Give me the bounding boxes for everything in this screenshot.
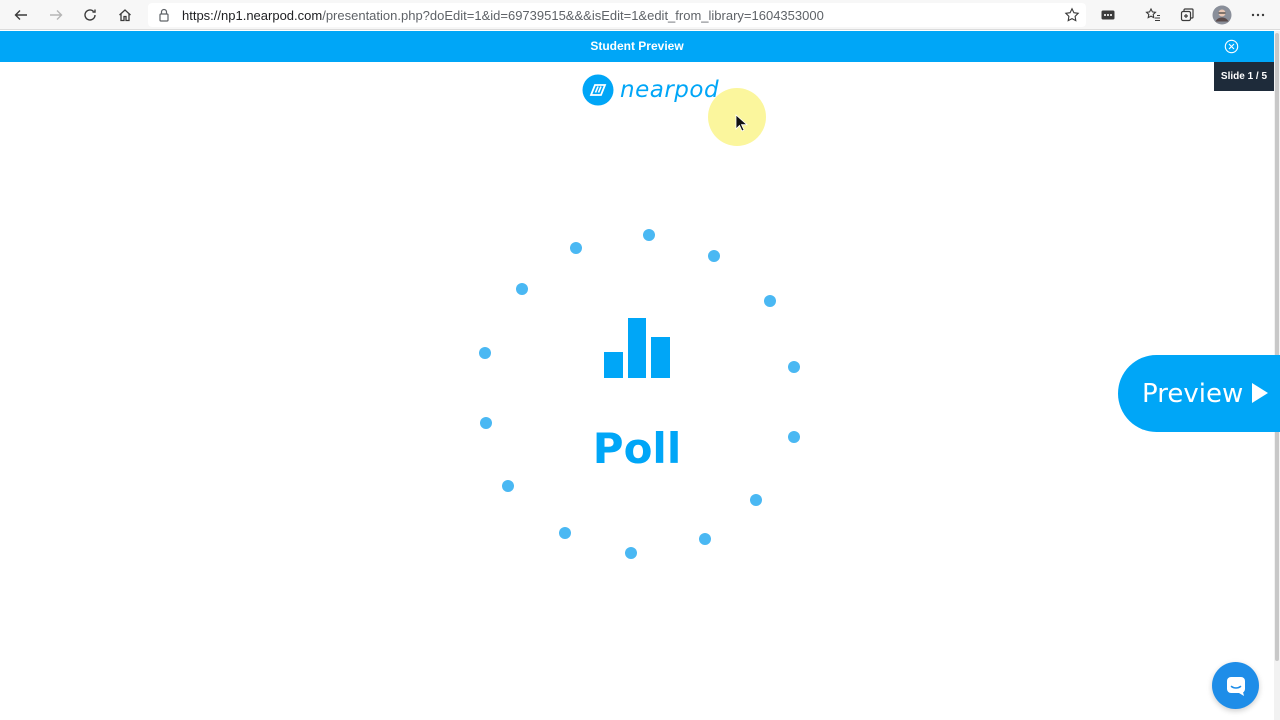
forward-icon[interactable] bbox=[44, 3, 68, 27]
lock-icon bbox=[159, 8, 169, 22]
back-icon[interactable] bbox=[9, 3, 33, 27]
scrollbar-thumb[interactable] bbox=[1275, 33, 1279, 661]
loader-dot bbox=[788, 431, 800, 443]
home-icon[interactable] bbox=[113, 3, 137, 27]
loader-dot bbox=[764, 295, 776, 307]
extension-icon[interactable] bbox=[1096, 3, 1120, 27]
chat-bubble-icon bbox=[1226, 676, 1245, 696]
url-path: /presentation.php?doEdit=1&id=69739515&&… bbox=[322, 8, 824, 23]
browser-toolbar: https://np1.nearpod.com/presentation.php… bbox=[0, 0, 1280, 30]
student-preview-header: Student Preview bbox=[0, 31, 1274, 62]
mouse-cursor-icon bbox=[735, 114, 749, 132]
preview-title: Student Preview bbox=[590, 39, 684, 53]
play-icon bbox=[1252, 383, 1268, 403]
profile-avatar[interactable] bbox=[1210, 3, 1234, 27]
loader-dot bbox=[625, 547, 637, 559]
loader-dot bbox=[516, 283, 528, 295]
url-text: https://np1.nearpod.com/presentation.php… bbox=[182, 8, 824, 23]
collections-icon[interactable] bbox=[1175, 3, 1199, 27]
loader-dot bbox=[479, 347, 491, 359]
bar-chart-icon bbox=[604, 318, 670, 378]
refresh-icon[interactable] bbox=[78, 3, 102, 27]
loader-dot bbox=[480, 417, 492, 429]
loader-dot bbox=[559, 527, 571, 539]
loader-dot bbox=[750, 494, 762, 506]
loader-dot bbox=[788, 361, 800, 373]
close-circle-icon[interactable] bbox=[1224, 39, 1239, 54]
chat-button[interactable] bbox=[1212, 662, 1259, 709]
loader-dot bbox=[502, 480, 514, 492]
loader-dot bbox=[643, 229, 655, 241]
star-icon[interactable] bbox=[1064, 7, 1080, 23]
nearpod-logo-text: nearpod bbox=[620, 77, 720, 103]
url-host: https://np1.nearpod.com bbox=[182, 8, 323, 23]
preview-button-label: Preview bbox=[1142, 378, 1244, 409]
slide-counter-badge: Slide 1 / 5 bbox=[1214, 62, 1274, 91]
loader-dot bbox=[708, 250, 720, 262]
more-icon[interactable] bbox=[1246, 3, 1270, 27]
favorites-icon[interactable] bbox=[1141, 3, 1165, 27]
nearpod-logo: nearpod bbox=[582, 73, 719, 107]
loader-dot bbox=[699, 533, 711, 545]
loader-dot bbox=[570, 242, 582, 254]
activity-label: Poll bbox=[592, 424, 682, 473]
nearpod-logo-mark-icon bbox=[582, 74, 614, 106]
address-bar[interactable]: https://np1.nearpod.com/presentation.php… bbox=[148, 3, 1086, 27]
